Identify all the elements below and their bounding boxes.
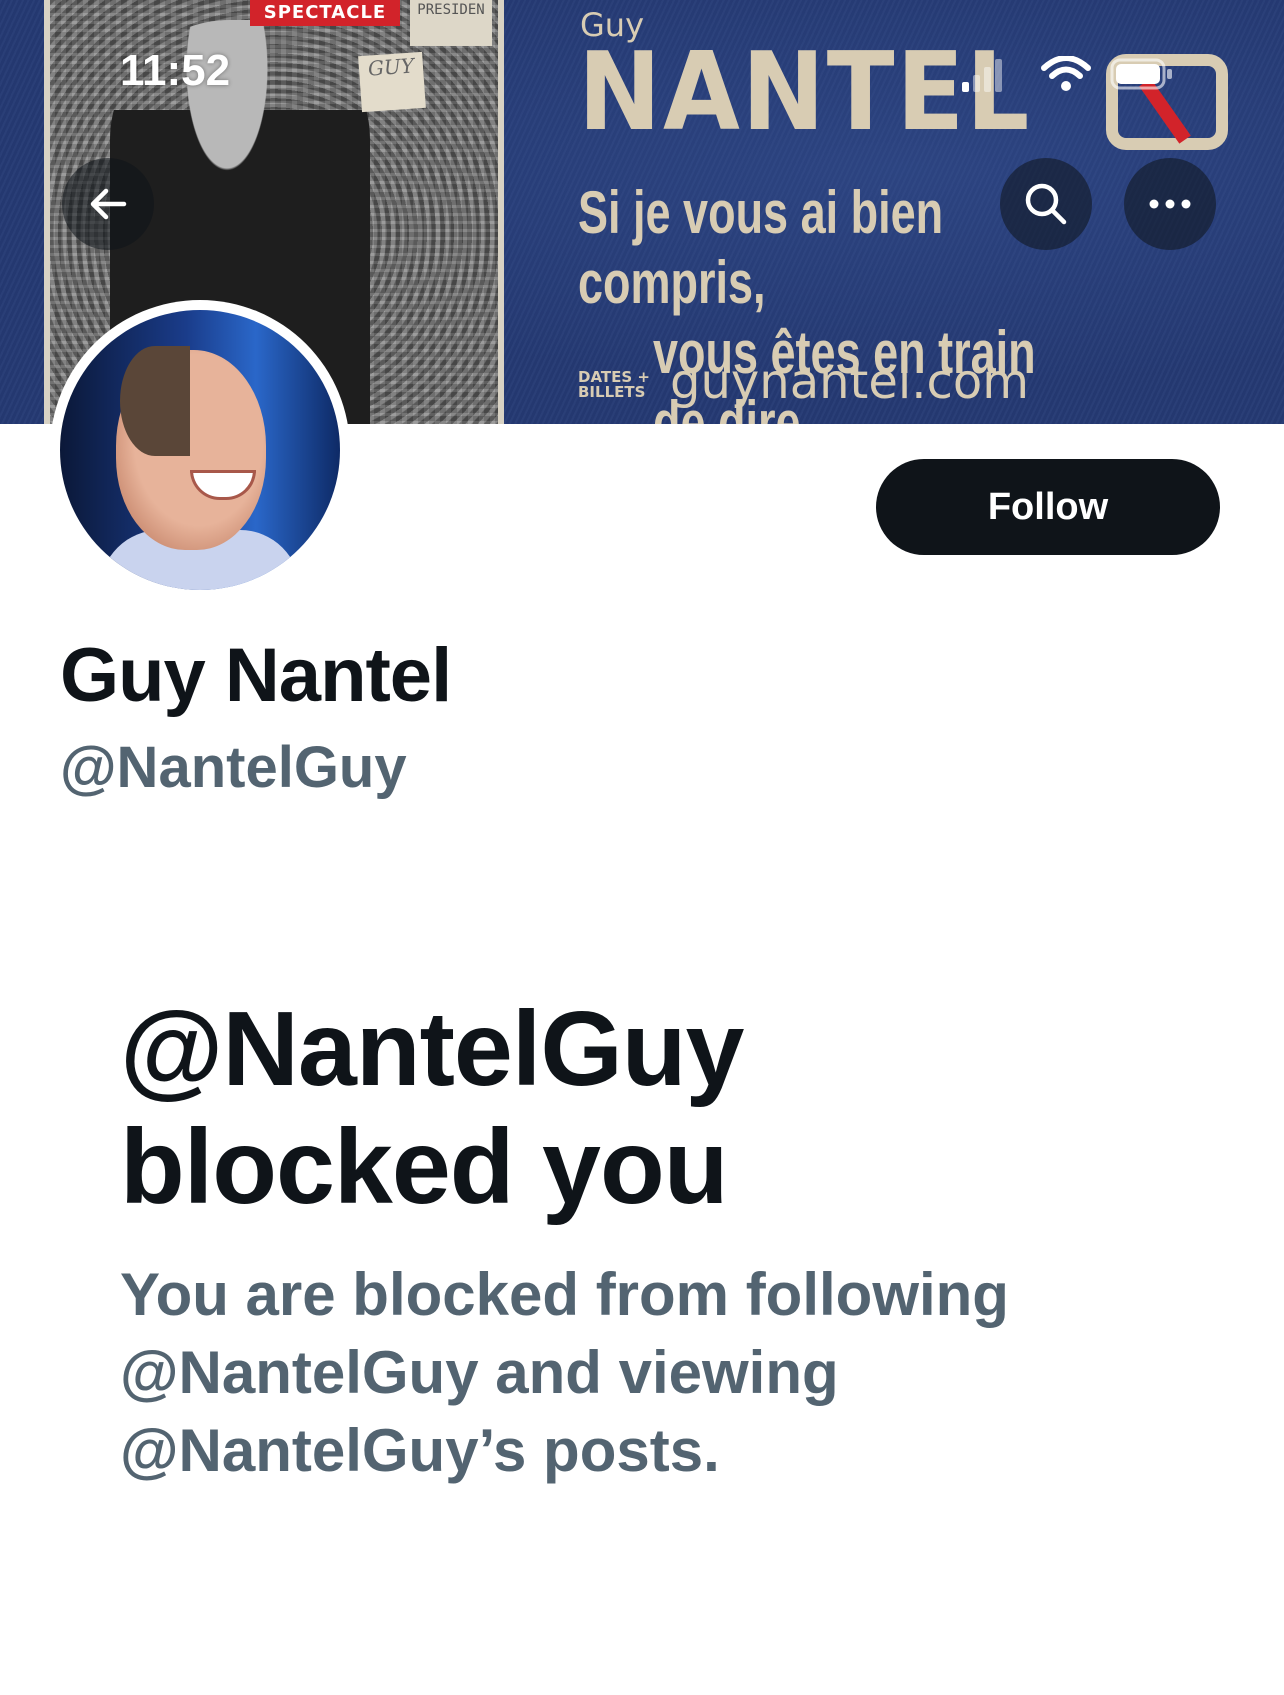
- more-horizontal-icon: [1149, 199, 1191, 209]
- more-options-button[interactable]: [1124, 158, 1216, 250]
- blocked-title-line2: blocked you: [120, 1108, 728, 1226]
- blocked-title: @NantelGuy blocked you: [120, 990, 1220, 1226]
- search-icon: [1025, 183, 1067, 225]
- search-button[interactable]: [1000, 158, 1092, 250]
- banner-dates-label: DATES + BILLETS: [578, 370, 650, 400]
- avatar-hair: [120, 346, 190, 456]
- follow-button[interactable]: Follow: [876, 459, 1220, 555]
- banner-tagline-line1: Si je vous ai bien compris,: [578, 179, 944, 316]
- blocked-title-line1: @NantelGuy: [120, 990, 744, 1108]
- back-button[interactable]: [62, 158, 154, 250]
- banner-brand-last: NANTEL: [578, 30, 1032, 155]
- avatar-photo: [60, 310, 340, 590]
- poster-sign-small: GUY: [358, 51, 426, 113]
- blocked-description: You are blocked from following @NantelGu…: [120, 1261, 1009, 1484]
- poster-sign-top: PRESIDEN: [410, 0, 492, 46]
- profile-handle: @NantelGuy: [60, 735, 407, 800]
- battery-icon: [1110, 58, 1172, 90]
- wifi-icon: [1041, 56, 1091, 91]
- banner-url: guynantel.com: [670, 354, 1030, 410]
- status-time: 11:52: [120, 46, 231, 95]
- display-name: Guy Nantel: [60, 633, 452, 718]
- poster-tag: SPECTACLE: [250, 0, 400, 26]
- avatar[interactable]: [50, 300, 350, 600]
- cellular-signal-icon: [962, 59, 1002, 92]
- banner-dates-line2: BILLETS: [578, 383, 646, 401]
- arrow-left-icon: [90, 188, 127, 220]
